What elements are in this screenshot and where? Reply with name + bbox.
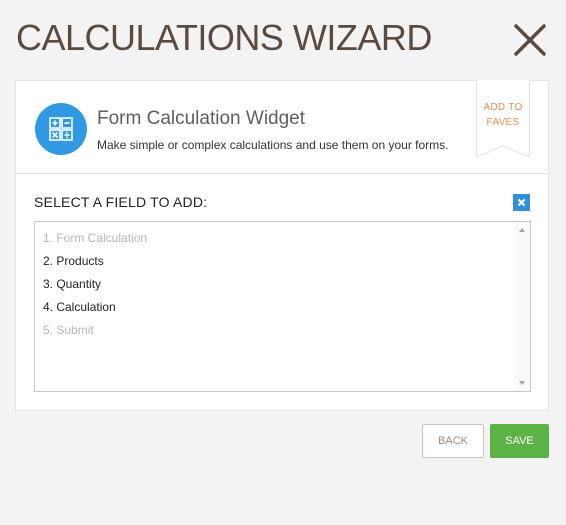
list-scrollbar[interactable] — [515, 222, 530, 391]
scroll-up-arrow-icon[interactable] — [519, 228, 525, 232]
faves-line-1: ADD TO — [483, 102, 523, 113]
wizard-title: CALCULATIONS WIZARD — [16, 17, 432, 58]
add-to-faves-ribbon[interactable]: ADD TO FAVES — [476, 80, 530, 158]
clear-icon — [517, 198, 526, 207]
field-option-submit: 5. Submit — [43, 323, 94, 337]
faves-line-2: FAVES — [486, 117, 520, 128]
field-option-quantity[interactable]: 3. Quantity — [43, 277, 101, 291]
scroll-down-arrow-icon[interactable] — [519, 381, 525, 385]
wizard-panel: Form Calculation Widget Make simple or c… — [15, 80, 549, 411]
clear-selection-button[interactable] — [513, 194, 530, 211]
select-field-label: SELECT A FIELD TO ADD: — [34, 194, 208, 210]
field-option-form-calculation: 1. Form Calculation — [43, 231, 148, 245]
widget-description: Make simple or complex calculations and … — [97, 138, 449, 152]
field-list[interactable]: 1. Form Calculation 2. Products 3. Quant… — [34, 221, 531, 392]
widget-header: Form Calculation Widget Make simple or c… — [16, 80, 548, 174]
field-option-products[interactable]: 2. Products — [43, 254, 104, 268]
save-button[interactable]: SAVE — [490, 424, 549, 458]
back-button[interactable]: BACK — [422, 424, 484, 458]
close-button[interactable] — [512, 22, 548, 58]
field-option-calculation[interactable]: 4. Calculation — [43, 300, 116, 314]
close-icon — [514, 24, 546, 56]
calculator-icon — [35, 103, 87, 155]
widget-name: Form Calculation Widget — [97, 108, 306, 129]
